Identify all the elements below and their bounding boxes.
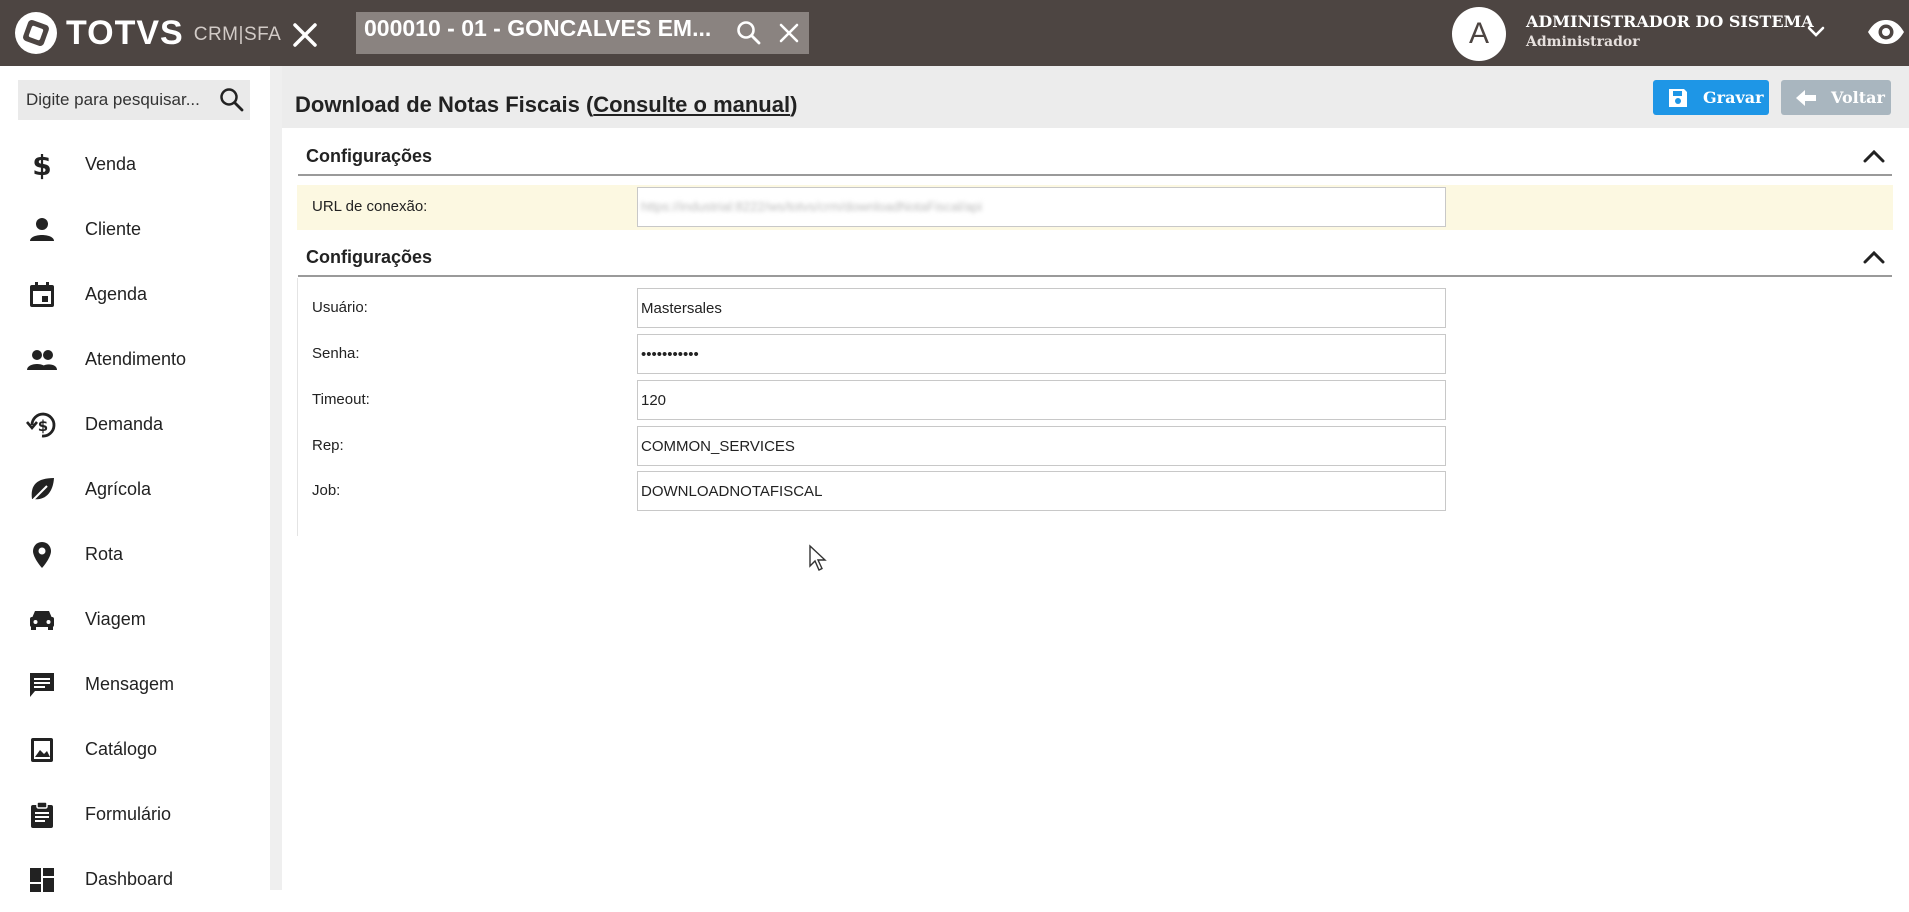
user-name[interactable]: ADMINISTRADOR DO SISTEMA — [1526, 12, 1814, 31]
sidebar-search-input[interactable] — [24, 89, 214, 111]
sidebar-item-label: Demanda — [85, 414, 164, 434]
close-menu-button[interactable] — [286, 16, 324, 54]
sidebar-item-dashboard[interactable]: Dashboard — [0, 847, 270, 912]
dashboard-icon — [22, 860, 62, 900]
sidebar-nav: $ Venda Cliente Agenda Atendimento $ Dem… — [0, 132, 270, 912]
sidebar-search-button[interactable] — [214, 80, 250, 120]
rep-input[interactable] — [637, 426, 1446, 466]
user-avatar[interactable]: A — [1452, 7, 1506, 61]
client-search-button[interactable] — [729, 12, 769, 54]
message-icon — [22, 665, 62, 705]
search-icon — [737, 21, 761, 45]
sidebar-item-demanda[interactable]: $ Demanda — [0, 392, 270, 457]
search-icon — [220, 88, 244, 112]
sidebar-item-label: Viagem — [85, 609, 146, 629]
sidebar-item-label: Venda — [85, 154, 137, 174]
person-icon — [22, 210, 62, 250]
page-title-text: Download de Notas Fiscais — [295, 92, 580, 117]
close-icon — [779, 23, 799, 43]
sidebar-item-formulario[interactable]: Formulário — [0, 782, 270, 847]
timeout-label: Timeout: — [312, 391, 370, 408]
user-menu-toggle[interactable] — [1802, 18, 1830, 46]
top-bar: TOTVS CRM|SFA 000010 - 01 - GONCALVES EM… — [0, 0, 1909, 66]
user-input[interactable] — [637, 288, 1446, 328]
job-input[interactable] — [637, 471, 1446, 511]
visibility-toggle[interactable] — [1866, 14, 1906, 50]
save-button[interactable]: Gravar — [1653, 80, 1769, 115]
sidebar-item-label: Atendimento — [85, 349, 187, 369]
back-button-label: Voltar — [1831, 88, 1885, 107]
image-icon — [22, 730, 62, 770]
sidebar-scrollbar[interactable] — [270, 66, 282, 890]
svg-text:$: $ — [38, 417, 48, 435]
dollar-icon: $ — [22, 145, 62, 185]
mouse-pointer-icon — [809, 544, 827, 571]
password-label: Senha: — [312, 345, 360, 362]
rep-label: Rep: — [312, 437, 344, 454]
car-icon — [22, 600, 62, 640]
user-role: Administrador — [1526, 34, 1640, 50]
client-clear-button[interactable] — [769, 12, 809, 54]
form-left-border — [297, 278, 298, 536]
page-title: Download de Notas Fiscais (Consulte o ma… — [295, 92, 797, 118]
sidebar-item-label: Mensagem — [85, 674, 175, 694]
url-value: https://industrial:8222/ws/totvs/crm/dow… — [641, 199, 983, 214]
sidebar-item-label: Cliente — [85, 219, 142, 239]
floppy-disk-icon — [1667, 87, 1689, 109]
totvs-logo[interactable]: TOTVS CRM|SFA — [14, 9, 281, 57]
sidebar-item-cliente[interactable]: Cliente — [0, 197, 270, 262]
url-input[interactable]: https://industrial:8222/ws/totvs/crm/dow… — [637, 187, 1446, 227]
sidebar-item-agricola[interactable]: Agrícola — [0, 457, 270, 522]
password-input[interactable] — [637, 334, 1446, 374]
section-credentials-header[interactable]: Configurações — [298, 239, 1892, 277]
sidebar-item-label: Dashboard — [85, 869, 174, 889]
back-button[interactable]: Voltar — [1781, 80, 1891, 115]
people-icon — [22, 340, 62, 380]
sidebar-item-catalogo[interactable]: Catálogo — [0, 717, 270, 782]
sidebar-item-label: Agenda — [85, 284, 148, 304]
history-dollar-icon: $ — [22, 405, 62, 445]
save-button-label: Gravar — [1703, 88, 1764, 107]
svg-text:$: $ — [32, 150, 51, 180]
user-label: Usuário: — [312, 299, 368, 316]
timeout-input[interactable] — [637, 380, 1446, 420]
client-selector-text[interactable]: 000010 - 01 - GONCALVES EM... — [364, 15, 729, 42]
section-title: Configurações — [306, 145, 433, 166]
sidebar-item-venda[interactable]: $ Venda — [0, 132, 270, 197]
chevron-up-icon[interactable] — [1860, 243, 1888, 271]
clipboard-icon — [22, 795, 62, 835]
job-label: Job: — [312, 482, 341, 499]
url-row: URL de conexão: https://industrial:8222/… — [297, 185, 1893, 230]
sidebar-item-label: Agrícola — [85, 479, 152, 499]
sidebar-item-mensagem[interactable]: Mensagem — [0, 652, 270, 717]
section-title: Configurações — [306, 246, 433, 267]
logo-subtitle: CRM|SFA — [193, 24, 282, 45]
sidebar-item-agenda[interactable]: Agenda — [0, 262, 270, 327]
close-icon — [293, 23, 317, 47]
sidebar-item-rota[interactable]: Rota — [0, 522, 270, 587]
eye-icon — [1868, 20, 1904, 44]
url-label: URL de conexão: — [312, 198, 428, 215]
sidebar-search[interactable] — [18, 80, 250, 120]
section-connection-header[interactable]: Configurações — [298, 138, 1892, 176]
sidebar-item-atendimento[interactable]: Atendimento — [0, 327, 270, 392]
manual-paren-close: ) — [790, 92, 798, 117]
chevron-up-icon[interactable] — [1860, 142, 1888, 170]
client-selector[interactable]: 000010 - 01 - GONCALVES EM... — [356, 12, 809, 54]
chevron-down-icon — [1807, 26, 1825, 37]
sidebar-item-label: Rota — [85, 544, 124, 564]
calendar-icon — [22, 275, 62, 315]
leaf-icon — [22, 470, 62, 510]
sidebar-item-label: Catálogo — [85, 739, 158, 759]
logo-text: TOTVS — [66, 13, 184, 52]
manual-link[interactable]: Consulte o manual — [593, 92, 790, 117]
sidebar-item-viagem[interactable]: Viagem — [0, 587, 270, 652]
sidebar-item-label: Formulário — [85, 804, 172, 824]
arrow-left-icon — [1795, 89, 1817, 107]
totvs-logo-icon — [15, 12, 57, 54]
pin-icon — [22, 535, 62, 575]
